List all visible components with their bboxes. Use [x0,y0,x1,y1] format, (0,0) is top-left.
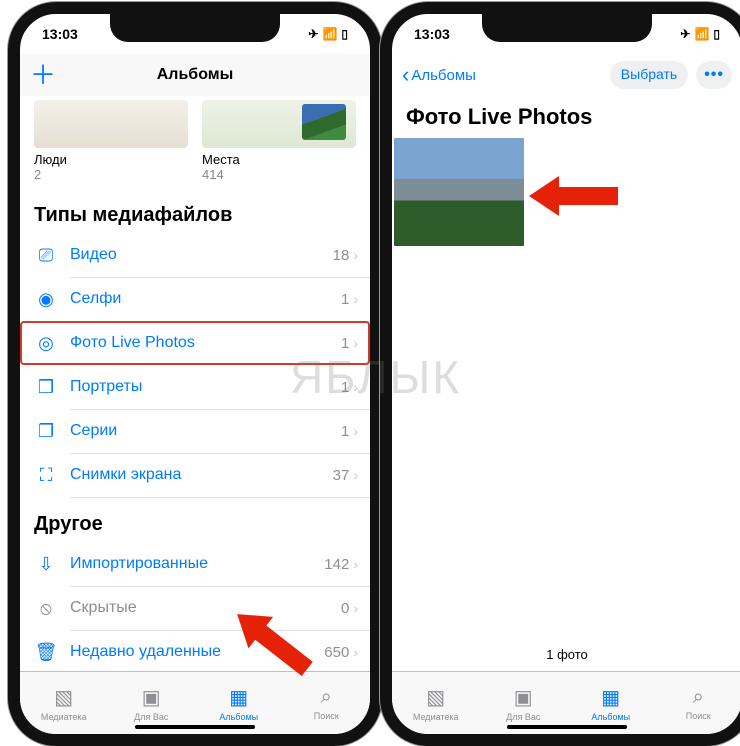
select-button[interactable]: Выбрать [610,61,688,89]
row-count: 1 [341,423,349,440]
chevron-left-icon: ‹ [402,62,409,88]
navbar-album-detail: ‹ Альбомы Выбрать ••• [392,54,740,96]
row-label: Селфи [70,290,341,308]
livephotos-icon: ◎ [34,333,58,354]
search-icon: ⌕ [321,686,332,709]
tab-label: Поиск [314,711,339,721]
foryou-icon: ▣ [514,685,533,710]
row-label: Скрытые [70,599,341,617]
row-screenshots[interactable]: ⛶ Снимки экрана37› [20,453,370,497]
row-recent-del[interactable]: 🗑Недавно удаленные650› [20,630,370,672]
tab-label: Медиатека [413,712,459,722]
row-portraits[interactable]: ❒ Портреты1› [20,365,370,409]
annotation-arrow [558,187,618,205]
chevron-right-icon: › [353,467,358,483]
tab-search[interactable]: ⌕ Поиск [655,672,740,734]
tab-search[interactable]: ⌕ Поиск [283,672,371,734]
row-count: 0 [341,600,349,617]
chevron-right-icon: › [353,600,358,616]
section-header-media: Типы медиафайлов [20,188,370,233]
albums-icon: ▦ [229,685,248,710]
row-count: 1 [341,379,349,396]
row-livephotos[interactable]: ◎ Фото Live Photos1› [20,321,370,365]
section-header-other: Другое [20,497,370,542]
row-label: Серии [70,422,341,440]
tab-label: Для Вас [134,712,168,722]
row-bursts[interactable]: ❐ Серии1› [20,409,370,453]
airplane-icon: ✈︎ [680,27,690,41]
row-label: Видео [70,246,333,264]
row-label: Снимки экрана [70,466,333,484]
notch [482,14,652,42]
photo-thumbnail[interactable] [394,138,524,246]
screen-title: Альбомы [20,66,370,84]
battery-icon: ▯ [341,27,348,41]
bursts-icon: ❐ [34,421,58,442]
back-button[interactable]: ‹ Альбомы [402,62,476,88]
row-label: Фото Live Photos [70,334,341,352]
home-indicator[interactable] [507,725,627,729]
people-album[interactable]: Люди 2 [34,100,188,182]
tab-label: Альбомы [591,712,630,722]
row-label: Импортированные [70,555,324,573]
chevron-right-icon: › [353,335,358,351]
row-hidden[interactable]: ⦸ Скрытые0› [20,586,370,630]
library-icon: ▧ [54,685,73,710]
library-icon: ▧ [426,685,445,710]
hidden-icon: ⦸ [34,598,58,619]
iphone-frame-left: 13:03 ✈︎ 📶 ▯ ＋ Альбомы Люди 2 Места 414 … [8,2,382,746]
row-count: 37 [333,467,350,484]
people-thumb [34,100,188,148]
status-time: 13:03 [414,26,450,42]
iphone-frame-right: 13:03 ✈︎ 📶 ▯ ‹ Альбомы Выбрать ••• Фото … [380,2,740,746]
home-indicator[interactable] [135,725,255,729]
chevron-right-icon: › [353,291,358,307]
row-count: 650 [324,644,349,661]
content-area: Люди 2 Места 414 Типы медиафайлов ⎚ Видео… [20,96,370,672]
foryou-icon: ▣ [142,685,161,710]
status-time: 13:03 [42,26,78,42]
more-button[interactable]: ••• [696,61,732,89]
notch [110,14,280,42]
tab-label: Медиатека [41,712,87,722]
chevron-right-icon: › [353,423,358,439]
chevron-right-icon: › [353,247,358,263]
tab-label: Для Вас [506,712,540,722]
screenshots-icon: ⛶ [34,465,58,486]
row-count: 142 [324,556,349,573]
places-thumb [202,100,356,148]
wifi-icon: 📶 [322,27,337,41]
row-selfie[interactable]: ◉ Селфи1› [20,277,370,321]
row-count: 18 [333,247,350,264]
row-count: 1 [341,335,349,352]
album-title: Фото Live Photos [392,96,740,138]
airplane-icon: ✈︎ [308,27,318,41]
navbar-albums: ＋ Альбомы [20,54,370,97]
row-label: Портреты [70,378,341,396]
recent-del-icon: 🗑 [34,642,58,663]
battery-icon: ▯ [713,27,720,41]
search-icon: ⌕ [693,686,704,709]
places-album[interactable]: Места 414 [202,100,356,182]
row-imported[interactable]: ⇩ Импортированные142› [20,542,370,586]
chevron-right-icon: › [353,644,358,660]
chevron-right-icon: › [353,379,358,395]
tab-label: Поиск [686,711,711,721]
content-area: Фото Live Photos 1 фото [392,96,740,672]
photo-count: 1 фото [392,647,740,662]
tab-library[interactable]: ▧ Медиатека [20,672,108,734]
tab-library[interactable]: ▧ Медиатека [392,672,480,734]
albums-icon: ▦ [601,685,620,710]
portraits-icon: ❒ [34,377,58,398]
row-count: 1 [341,291,349,308]
imported-icon: ⇩ [34,554,58,575]
wifi-icon: 📶 [694,27,709,41]
tab-label: Альбомы [219,712,258,722]
chevron-right-icon: › [353,556,358,572]
row-video[interactable]: ⎚ Видео18› [20,233,370,277]
selfie-icon: ◉ [34,289,58,310]
video-icon: ⎚ [34,245,58,266]
